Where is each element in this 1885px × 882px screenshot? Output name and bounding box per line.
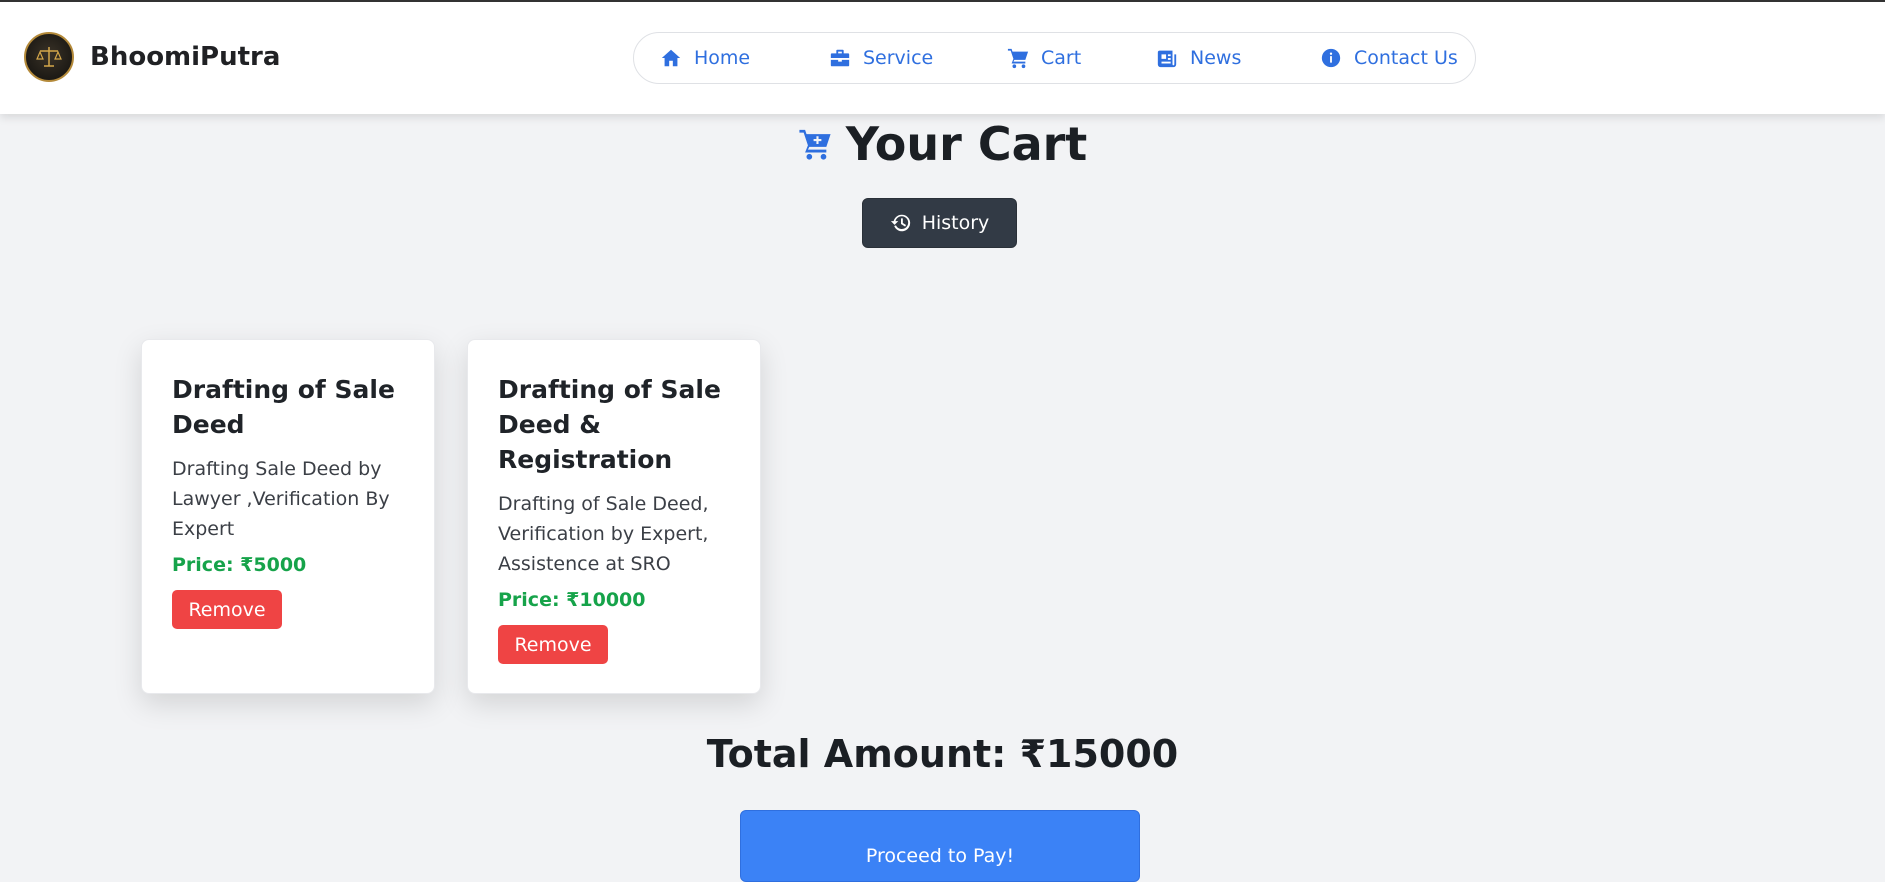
cart-plus-icon <box>799 129 831 160</box>
history-button-label: History <box>921 212 990 234</box>
nav-item-service[interactable]: Service <box>829 33 933 83</box>
cart-item-card: Drafting of Sale Deed & Registration Dra… <box>467 339 761 694</box>
history-button[interactable]: History <box>862 198 1017 248</box>
cart-item-card: Drafting of Sale Deed Drafting Sale Deed… <box>141 339 435 694</box>
remove-button[interactable]: Remove <box>172 590 282 629</box>
brand[interactable]: BhoomiPutra <box>24 32 280 82</box>
nav-item-label: Home <box>694 47 751 69</box>
total-amount: Total Amount: ₹15000 <box>706 732 1179 776</box>
page-title: Your Cart <box>0 116 1885 172</box>
nav-item-cart[interactable]: Cart <box>1007 33 1081 83</box>
info-icon <box>1321 48 1341 68</box>
nav-item-label: Contact Us <box>1354 47 1458 69</box>
cart-item-title: Drafting of Sale Deed & Registration <box>498 375 721 474</box>
home-icon <box>661 49 681 67</box>
briefcase-icon <box>830 49 850 67</box>
newspaper-icon <box>1157 50 1177 68</box>
cart-item-description: Drafting Sale Deed by Lawyer ,Verificati… <box>172 458 390 540</box>
nav-item-label: Cart <box>1041 47 1082 69</box>
page-title-text: Your Cart <box>845 117 1088 171</box>
cart-icon <box>1007 48 1029 69</box>
cart-item-description: Drafting of Sale Deed, Verification by E… <box>498 493 709 575</box>
nav-item-label: Service <box>863 47 934 69</box>
cart-item-price: Price: ₹5000 <box>172 554 307 576</box>
cart-item-price: Price: ₹10000 <box>498 589 646 611</box>
navbar: BhoomiPutra Home Service Cart News Conta… <box>0 2 1885 114</box>
nav-item-news[interactable]: News <box>1156 33 1241 83</box>
remove-button[interactable]: Remove <box>498 625 608 664</box>
proceed-to-pay-button[interactable]: Proceed to Pay! <box>740 810 1140 882</box>
nav-item-contact[interactable]: Contact Us <box>1320 33 1458 83</box>
main-nav: Home Service Cart News Contact Us <box>633 32 1476 84</box>
nav-item-home[interactable]: Home <box>660 33 750 83</box>
brand-name: BhoomiPutra <box>90 42 281 72</box>
history-icon <box>890 214 910 232</box>
nav-item-label: News <box>1190 47 1242 69</box>
cart-item-title: Drafting of Sale Deed <box>172 375 395 439</box>
scales-emblem-icon <box>24 32 74 82</box>
pay-button-label: Proceed to Pay! <box>865 845 1015 867</box>
